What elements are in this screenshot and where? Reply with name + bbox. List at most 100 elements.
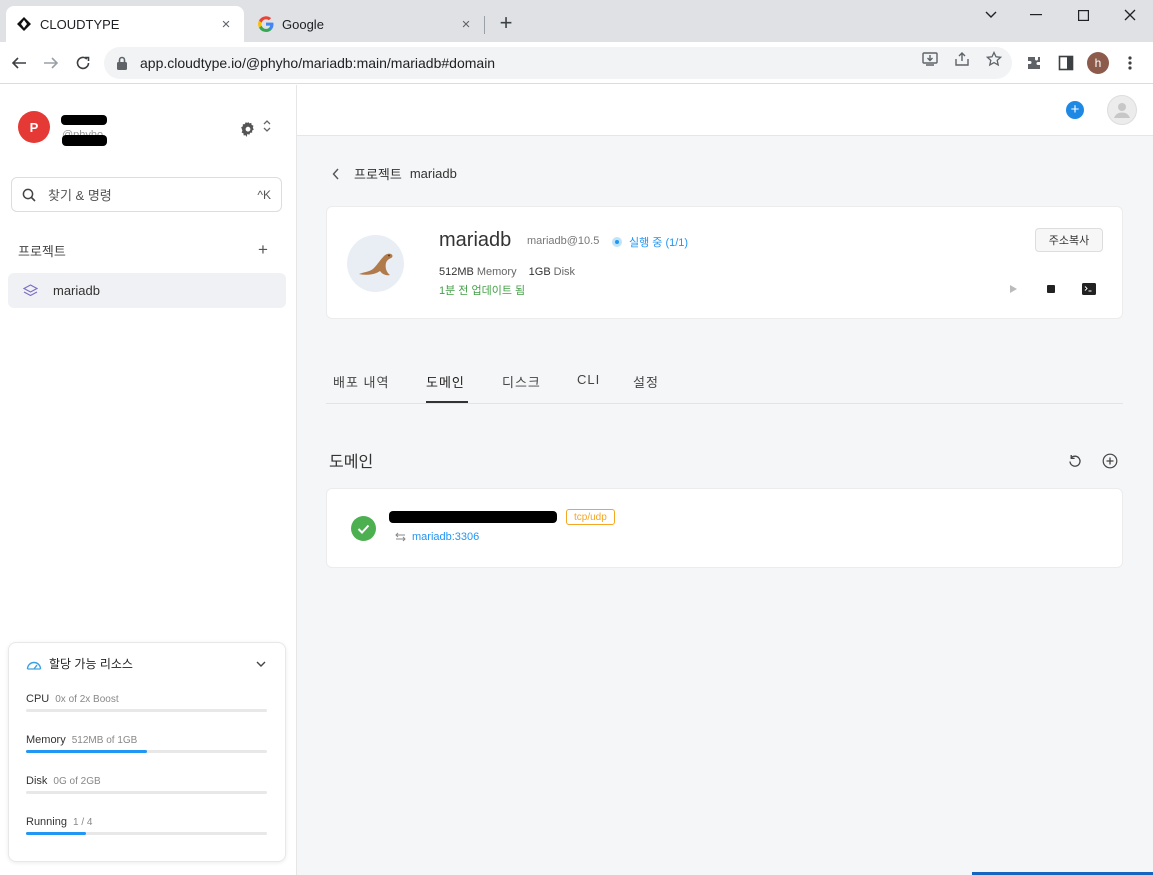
updated-time: 1분 전 업데이트 됨 xyxy=(439,285,526,297)
add-domain-icon[interactable] xyxy=(1102,453,1118,469)
create-plus-icon[interactable]: + xyxy=(1066,101,1084,119)
close-window-icon[interactable] xyxy=(1115,4,1145,26)
copy-address-button[interactable]: 주소복사 xyxy=(1035,228,1103,252)
mariadb-seal-logo xyxy=(347,235,404,292)
tab-separator xyxy=(484,16,485,34)
tab-disk[interactable]: 디스크 xyxy=(502,372,541,391)
resource-progress-track xyxy=(26,791,267,794)
memory-value: 512MB xyxy=(439,266,474,278)
close-tab-icon[interactable]: × xyxy=(458,16,474,33)
browser-profile-avatar[interactable]: h xyxy=(1087,52,1109,74)
browser-toolbar: app.cloudtype.io/@phyho/mariadb:main/mar… xyxy=(0,42,1153,84)
install-app-icon[interactable] xyxy=(921,50,939,68)
resource-progress-fill xyxy=(26,750,147,753)
resource-row: Disk 0G of 2GB xyxy=(26,771,267,794)
resource-progress-track xyxy=(26,709,267,712)
allocatable-resources-panel: 할당 가능 리소스 CPU 0x of 2x Boost Memory 512MB o… xyxy=(8,642,286,862)
add-project-button[interactable]: + xyxy=(258,241,268,259)
status-text: 실행 중 (1/1) xyxy=(629,237,689,249)
sidebar: P @phyho 찾기 & 명령 ^K 프로젝트 + mariadb 할당 가능… xyxy=(0,85,297,875)
redacted-handle xyxy=(62,135,107,146)
resources-title: 할당 가능 리소스 xyxy=(49,657,133,671)
memory-unit: Memory xyxy=(476,266,517,278)
protocol-badge: tcp/udp xyxy=(566,509,615,525)
user-avatar[interactable] xyxy=(1107,95,1137,125)
lock-icon xyxy=(116,56,130,70)
active-tab-indicator xyxy=(426,401,468,403)
resource-detail: 512MB of 1GB xyxy=(71,735,138,746)
tab-search-chevron-icon[interactable] xyxy=(976,4,1006,26)
resource-progress-track xyxy=(26,832,267,835)
domain-list-item: tcp/udp mariadb:3306 xyxy=(326,488,1123,568)
search-icon xyxy=(22,188,36,202)
service-spec: 512MB Memory 1GB Disk xyxy=(439,266,584,278)
tab-settings[interactable]: 설정 xyxy=(633,372,659,391)
tab-cli[interactable]: CLI xyxy=(577,372,600,387)
breadcrumb: 프로젝트 mariadb xyxy=(332,164,457,183)
service-card: mariadb mariadb@10.5 실행 중 (1/1) 512MB Mem… xyxy=(326,206,1123,319)
address-bar[interactable]: app.cloudtype.io/@phyho/mariadb:main/mar… xyxy=(104,47,1012,79)
resource-row: Running 1 / 4 xyxy=(26,812,267,835)
stop-icon[interactable] xyxy=(1044,282,1058,296)
resource-label: Memory xyxy=(26,734,66,746)
terminal-icon[interactable] xyxy=(1081,282,1097,296)
browser-tab-cloudtype[interactable]: CLOUDTYPE × xyxy=(6,6,244,42)
close-tab-icon[interactable]: × xyxy=(218,16,234,33)
check-icon xyxy=(351,516,376,541)
redacted-name xyxy=(61,115,107,125)
swap-arrows-icon xyxy=(395,532,406,542)
tab-deploy-history[interactable]: 배포 내역 xyxy=(333,372,389,391)
browser-tab-bar: CLOUDTYPE × Google × + xyxy=(0,0,1153,42)
domain-section-title: 도메인 xyxy=(329,454,374,471)
project-name: mariadb xyxy=(53,283,100,298)
resource-detail: 0x of 2x Boost xyxy=(55,694,119,705)
tab-domain[interactable]: 도메인 xyxy=(426,372,465,391)
chevron-left-icon[interactable] xyxy=(332,168,342,180)
service-version: mariadb@10.5 xyxy=(527,235,600,247)
resource-label: Disk xyxy=(26,775,48,787)
forward-arrow-icon[interactable] xyxy=(39,51,63,75)
tab-title: CLOUDTYPE xyxy=(40,16,120,32)
layers-icon xyxy=(23,283,38,298)
search-shortcut: ^K xyxy=(257,187,271,202)
resource-detail: 1 / 4 xyxy=(72,817,93,828)
reload-icon[interactable] xyxy=(71,51,95,75)
cloudtype-logo-icon xyxy=(16,16,32,32)
tab-title: Google xyxy=(282,16,324,32)
url-text: app.cloudtype.io/@phyho/mariadb:main/mar… xyxy=(140,55,496,71)
resource-row: Memory 512MB of 1GB xyxy=(26,730,267,753)
top-header: + xyxy=(297,85,1153,136)
resource-detail: 0G of 2GB xyxy=(53,776,101,787)
share-icon[interactable] xyxy=(953,50,971,68)
workspace-avatar[interactable]: P xyxy=(18,111,50,143)
gear-icon[interactable] xyxy=(240,121,256,137)
browser-tab-google[interactable]: Google × xyxy=(248,6,484,42)
domain-target-text[interactable]: mariadb:3306 xyxy=(412,531,479,543)
main-content: 프로젝트 mariadb mariadb mariadb@10.5 실행 중 (… xyxy=(297,136,1153,875)
domain-target: mariadb:3306 xyxy=(395,531,479,543)
extensions-puzzle-icon[interactable] xyxy=(1024,53,1044,73)
kebab-menu-icon[interactable] xyxy=(1120,53,1140,73)
command-search[interactable]: 찾기 & 명령 ^K xyxy=(11,177,282,212)
back-arrow-icon[interactable] xyxy=(7,51,31,75)
projects-heading: 프로젝트 xyxy=(18,244,66,259)
minimize-icon[interactable] xyxy=(1021,4,1051,26)
chevron-updown-icon[interactable] xyxy=(262,119,272,133)
resources-header[interactable]: 할당 가능 리소스 xyxy=(26,655,133,672)
breadcrumb-current: mariadb xyxy=(409,166,457,181)
breadcrumb-parent[interactable]: 프로젝트 xyxy=(354,164,402,183)
running-dot-icon xyxy=(612,237,622,247)
google-icon xyxy=(258,16,274,32)
sidebar-item-mariadb[interactable]: mariadb xyxy=(8,273,286,308)
new-tab-button[interactable]: + xyxy=(494,12,518,36)
speedometer-icon xyxy=(26,657,42,671)
maximize-icon[interactable] xyxy=(1068,4,1098,26)
side-panel-icon[interactable] xyxy=(1056,53,1076,73)
play-icon[interactable] xyxy=(1006,282,1020,296)
disk-value: 1GB xyxy=(528,266,551,278)
redacted-domain-host xyxy=(389,511,557,523)
search-label: 찾기 & 명령 xyxy=(48,188,112,203)
bookmark-star-icon[interactable] xyxy=(985,50,1003,68)
refresh-icon[interactable] xyxy=(1068,454,1082,468)
chevron-down-icon[interactable] xyxy=(255,658,267,670)
